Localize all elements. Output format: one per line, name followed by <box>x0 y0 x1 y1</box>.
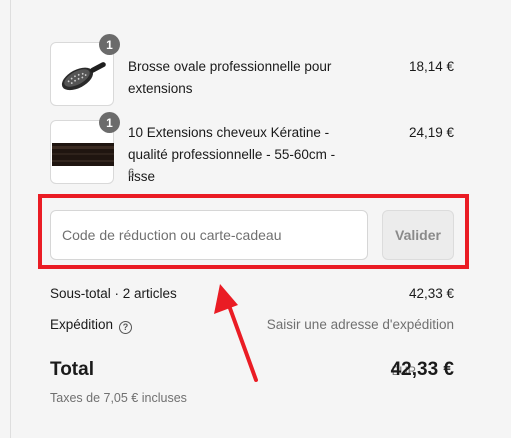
annotation-arrow-icon <box>214 284 258 382</box>
